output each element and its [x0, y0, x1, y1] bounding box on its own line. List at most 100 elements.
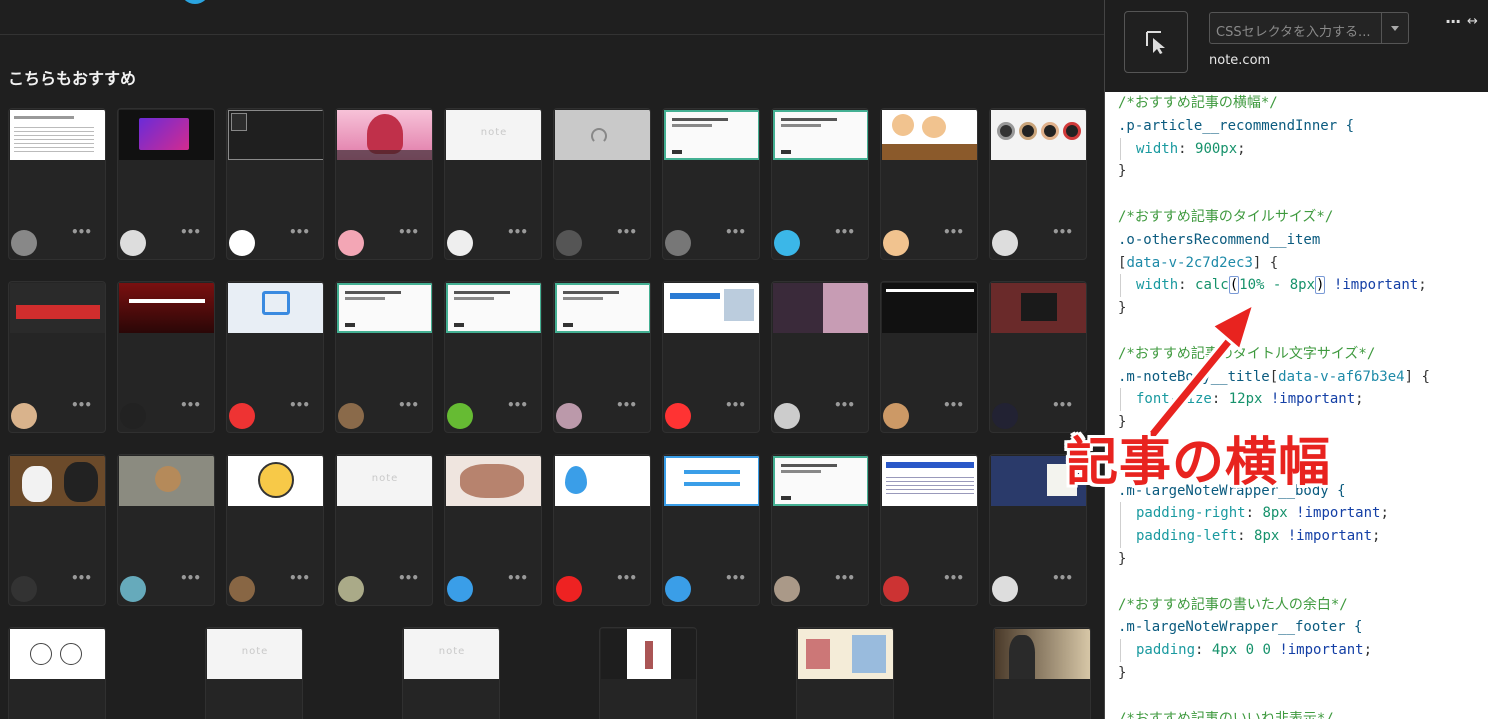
- recommend-card[interactable]: •••: [8, 281, 106, 433]
- card-thumbnail[interactable]: [228, 110, 323, 160]
- more-menu-icon[interactable]: •••: [943, 398, 964, 412]
- code-line[interactable]: }: [1118, 548, 1488, 571]
- card-thumbnail[interactable]: [10, 283, 105, 333]
- more-menu-icon[interactable]: •••: [398, 225, 419, 239]
- author-name[interactable]: [47, 228, 67, 244]
- card-title[interactable]: [807, 700, 889, 719]
- recommend-card[interactable]: •••: [771, 108, 869, 260]
- card-thumbnail[interactable]: [10, 456, 105, 506]
- card-title[interactable]: [216, 700, 298, 719]
- card-thumbnail[interactable]: note: [207, 629, 302, 679]
- card-thumbnail[interactable]: [337, 283, 432, 333]
- author-avatar[interactable]: [665, 403, 691, 429]
- card-title[interactable]: [19, 177, 101, 221]
- card-title[interactable]: [237, 177, 319, 221]
- recommend-card[interactable]: [993, 627, 1091, 719]
- code-line[interactable]: /*おすすめ記事の横幅*/: [1118, 92, 1488, 115]
- more-menu-icon[interactable]: •••: [725, 225, 746, 239]
- more-menu-icon[interactable]: •••: [71, 225, 92, 239]
- card-title[interactable]: [19, 523, 101, 567]
- more-menu-icon[interactable]: •••: [834, 571, 855, 585]
- recommend-card[interactable]: •••: [444, 454, 542, 606]
- author-avatar[interactable]: [992, 576, 1018, 602]
- author-name[interactable]: [156, 574, 176, 590]
- more-menu-icon[interactable]: •••: [71, 398, 92, 412]
- card-title[interactable]: [1000, 177, 1082, 221]
- author-name[interactable]: [47, 401, 67, 417]
- card-thumbnail[interactable]: [10, 110, 105, 160]
- more-menu-icon[interactable]: •••: [180, 571, 201, 585]
- author-avatar[interactable]: [11, 576, 37, 602]
- card-title[interactable]: [128, 523, 210, 567]
- more-menu-icon[interactable]: •••: [616, 398, 637, 412]
- author-name[interactable]: [265, 401, 285, 417]
- card-title[interactable]: [891, 350, 973, 394]
- recommend-card[interactable]: •••: [662, 454, 760, 606]
- recommend-card[interactable]: •••: [226, 108, 324, 260]
- element-picker-button[interactable]: [1124, 11, 1188, 73]
- more-options-icon[interactable]: ···: [1445, 12, 1461, 31]
- recommend-card[interactable]: [599, 627, 697, 719]
- more-menu-icon[interactable]: •••: [507, 571, 528, 585]
- card-title[interactable]: [346, 523, 428, 567]
- author-name[interactable]: [265, 574, 285, 590]
- code-line[interactable]: .m-largeNoteWrapper__footer {: [1118, 616, 1488, 639]
- author-name[interactable]: [483, 228, 503, 244]
- card-title[interactable]: [413, 700, 495, 719]
- card-thumbnail[interactable]: note: [337, 456, 432, 506]
- code-line[interactable]: .p-article__recommendInner {: [1118, 115, 1488, 138]
- recommend-card[interactable]: •••: [553, 281, 651, 433]
- card-thumbnail[interactable]: [664, 456, 759, 506]
- author-name[interactable]: [1028, 574, 1048, 590]
- more-menu-icon[interactable]: •••: [180, 225, 201, 239]
- author-name[interactable]: [374, 574, 394, 590]
- recommend-card[interactable]: •••: [335, 108, 433, 260]
- code-line[interactable]: /*おすすめ記事のいいね非表示*/: [1118, 708, 1488, 719]
- author-avatar[interactable]: [120, 403, 146, 429]
- card-title[interactable]: [19, 700, 101, 719]
- more-menu-icon[interactable]: •••: [834, 225, 855, 239]
- more-menu-icon[interactable]: •••: [1052, 571, 1073, 585]
- card-title[interactable]: [128, 177, 210, 221]
- code-line[interactable]: .o-othersRecommend__item: [1118, 229, 1488, 252]
- recommend-card[interactable]: •••: [444, 281, 542, 433]
- header-logo[interactable]: [180, 0, 210, 4]
- author-avatar[interactable]: [447, 403, 473, 429]
- recommend-card[interactable]: note •••: [444, 108, 542, 260]
- card-thumbnail[interactable]: [664, 110, 759, 160]
- more-menu-icon[interactable]: •••: [943, 571, 964, 585]
- more-menu-icon[interactable]: •••: [398, 398, 419, 412]
- card-thumbnail[interactable]: [601, 629, 696, 679]
- author-avatar[interactable]: [992, 403, 1018, 429]
- card-thumbnail[interactable]: [798, 629, 893, 679]
- code-line[interactable]: /*おすすめ記事の書いた人の余白*/: [1118, 594, 1488, 617]
- author-name[interactable]: [701, 228, 721, 244]
- more-menu-icon[interactable]: •••: [834, 398, 855, 412]
- author-avatar[interactable]: [774, 230, 800, 256]
- code-line[interactable]: /*おすすめ記事のタイルサイズ*/: [1118, 206, 1488, 229]
- author-name[interactable]: [919, 228, 939, 244]
- css-selector-input[interactable]: CSSセレクタを入力する...: [1209, 12, 1381, 44]
- card-title[interactable]: [673, 523, 755, 567]
- card-thumbnail[interactable]: [337, 110, 432, 160]
- author-avatar[interactable]: [665, 230, 691, 256]
- author-avatar[interactable]: [338, 230, 364, 256]
- author-name[interactable]: [919, 401, 939, 417]
- card-thumbnail[interactable]: [664, 283, 759, 333]
- recommend-card[interactable]: •••: [117, 108, 215, 260]
- author-avatar[interactable]: [229, 230, 255, 256]
- recommend-card[interactable]: •••: [226, 454, 324, 606]
- recommend-card[interactable]: note: [402, 627, 500, 719]
- card-title[interactable]: [455, 177, 537, 221]
- author-avatar[interactable]: [120, 576, 146, 602]
- author-avatar[interactable]: [447, 230, 473, 256]
- author-avatar[interactable]: [11, 403, 37, 429]
- more-menu-icon[interactable]: •••: [71, 571, 92, 585]
- card-thumbnail[interactable]: [882, 110, 977, 160]
- recommend-card[interactable]: •••: [226, 281, 324, 433]
- more-menu-icon[interactable]: •••: [507, 398, 528, 412]
- card-thumbnail[interactable]: [446, 456, 541, 506]
- code-line[interactable]: [data-v-2c7d2ec3] {: [1118, 252, 1488, 275]
- author-name[interactable]: [592, 401, 612, 417]
- recommend-card[interactable]: note: [205, 627, 303, 719]
